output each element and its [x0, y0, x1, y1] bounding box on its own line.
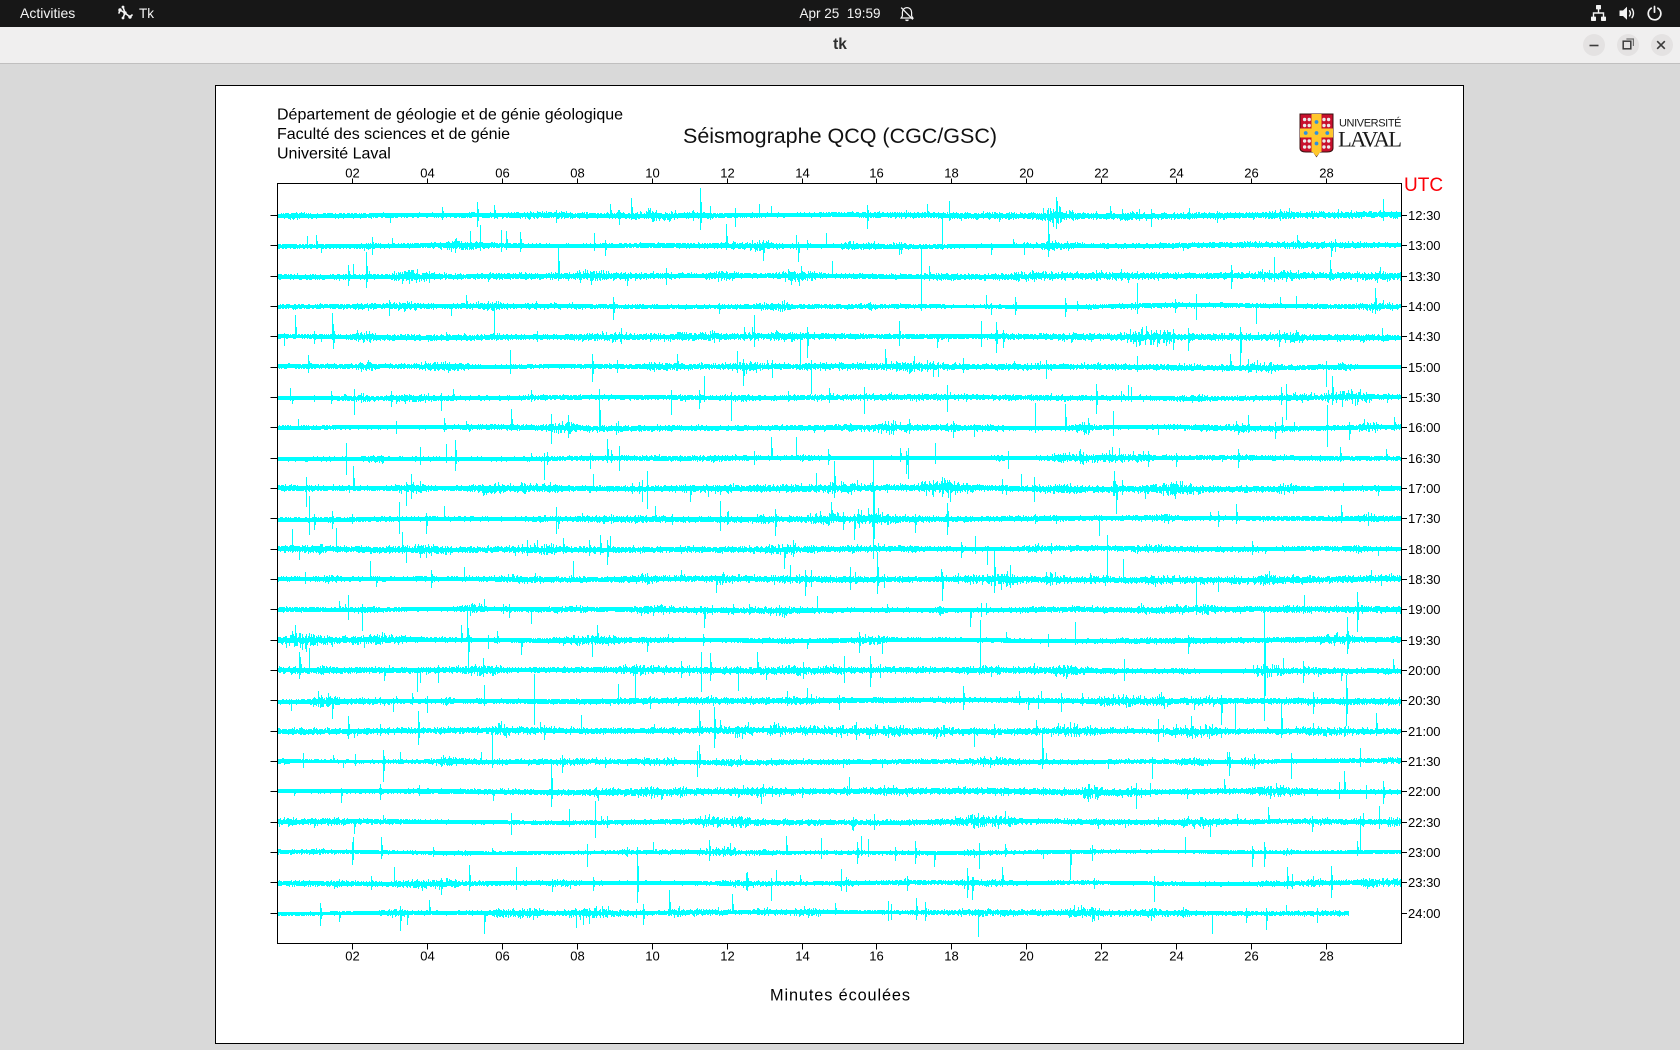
svg-text:Minutes écoulées: Minutes écoulées [770, 987, 910, 1005]
svg-text:14:00: 14:00 [1408, 299, 1441, 314]
svg-text:18:30: 18:30 [1408, 572, 1441, 587]
svg-text:15:30: 15:30 [1408, 390, 1441, 405]
svg-text:24:00: 24:00 [1408, 906, 1441, 921]
svg-text:13:30: 13:30 [1408, 269, 1441, 284]
svg-text:21:30: 21:30 [1408, 754, 1441, 769]
svg-text:17:30: 17:30 [1408, 511, 1441, 526]
svg-text:UTC: UTC [1404, 175, 1443, 196]
svg-text:16:00: 16:00 [1408, 420, 1441, 435]
svg-text:06: 06 [495, 949, 509, 964]
svg-text:22:00: 22:00 [1408, 784, 1441, 799]
svg-text:20: 20 [1019, 166, 1033, 181]
svg-text:16: 16 [869, 949, 883, 964]
svg-text:20:00: 20:00 [1408, 663, 1441, 678]
svg-text:13:00: 13:00 [1408, 238, 1441, 253]
svg-text:22: 22 [1094, 166, 1108, 181]
svg-text:24: 24 [1169, 949, 1183, 964]
svg-text:21:00: 21:00 [1408, 724, 1441, 739]
svg-text:26: 26 [1244, 949, 1258, 964]
svg-text:LAVAL: LAVAL [1338, 127, 1402, 152]
svg-text:Faculté des sciences et de gén: Faculté des sciences et de génie [277, 126, 510, 143]
svg-text:08: 08 [570, 949, 584, 964]
svg-text:Séismographe QCQ (CGC/GSC): Séismographe QCQ (CGC/GSC) [683, 124, 997, 148]
svg-text:18: 18 [944, 949, 958, 964]
svg-text:12:30: 12:30 [1408, 208, 1441, 223]
svg-text:04: 04 [420, 949, 434, 964]
svg-text:20:30: 20:30 [1408, 693, 1441, 708]
svg-text:18: 18 [944, 166, 958, 181]
svg-text:08: 08 [570, 166, 584, 181]
svg-text:16:30: 16:30 [1408, 451, 1441, 466]
svg-text:10: 10 [645, 949, 659, 964]
svg-text:Département de géologie et de: Département de géologie et de génie géol… [277, 107, 623, 124]
svg-text:Université Laval: Université Laval [277, 146, 391, 163]
svg-text:28: 28 [1319, 949, 1333, 964]
svg-text:24: 24 [1169, 166, 1183, 181]
svg-text:19:30: 19:30 [1408, 633, 1441, 648]
svg-text:04: 04 [420, 166, 434, 181]
svg-text:14:30: 14:30 [1408, 329, 1441, 344]
svg-text:22:30: 22:30 [1408, 815, 1441, 830]
svg-text:14: 14 [795, 949, 809, 964]
svg-text:12: 12 [720, 949, 734, 964]
svg-text:14: 14 [795, 166, 809, 181]
svg-text:20: 20 [1019, 949, 1033, 964]
svg-text:12: 12 [720, 166, 734, 181]
svg-text:26: 26 [1244, 166, 1258, 181]
svg-text:23:30: 23:30 [1408, 875, 1441, 890]
svg-text:17:00: 17:00 [1408, 481, 1441, 496]
svg-text:28: 28 [1319, 166, 1333, 181]
svg-text:02: 02 [345, 949, 359, 964]
svg-text:19:00: 19:00 [1408, 602, 1441, 617]
svg-text:02: 02 [345, 166, 359, 181]
svg-text:23:00: 23:00 [1408, 845, 1441, 860]
svg-text:15:00: 15:00 [1408, 360, 1441, 375]
svg-text:06: 06 [495, 166, 509, 181]
svg-text:18:00: 18:00 [1408, 542, 1441, 557]
svg-text:10: 10 [645, 166, 659, 181]
svg-text:16: 16 [869, 166, 883, 181]
svg-text:22: 22 [1094, 949, 1108, 964]
